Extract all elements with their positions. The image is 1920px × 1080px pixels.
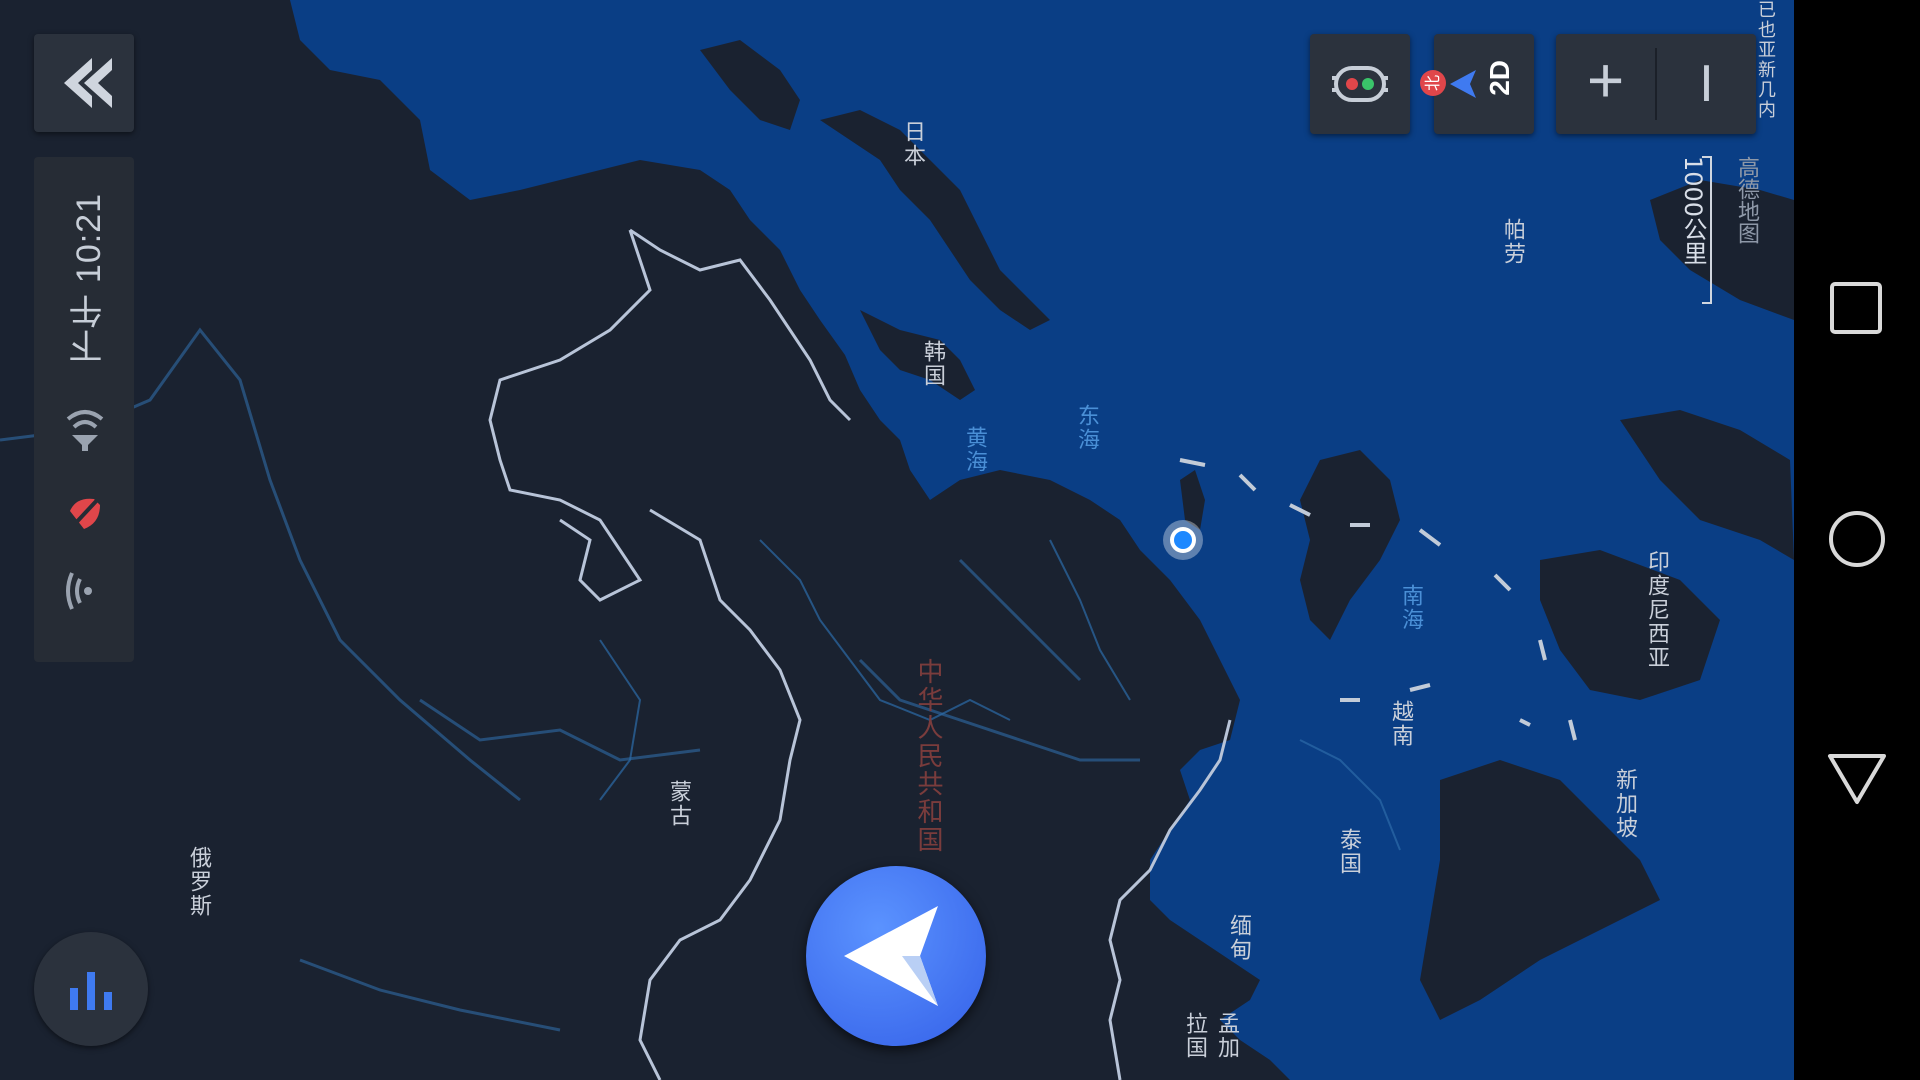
label-russia: 俄罗斯 — [186, 846, 211, 918]
wifi-icon — [66, 410, 104, 451]
label-bangladesh: 孟加拉国 — [1182, 1012, 1239, 1060]
label-myanmar: 缅甸 — [1226, 914, 1251, 962]
label-thailand: 泰国 — [1336, 828, 1361, 876]
navigation-arrow-icon — [844, 906, 938, 1006]
voice-button[interactable] — [34, 932, 148, 1046]
recents-button-icon[interactable] — [1822, 274, 1892, 344]
label-palau: 帕劳 — [1500, 218, 1525, 266]
compass-north-badge: 北 — [1420, 70, 1446, 96]
map-brand: 高德地图 — [1734, 156, 1759, 244]
traffic-light-icon — [1332, 66, 1388, 102]
label-singapore: 新加坡 — [1612, 768, 1637, 840]
compass-arrow-icon — [1450, 70, 1476, 98]
label-mongolia: 蒙古 — [666, 780, 691, 828]
voice-bars-icon — [70, 972, 112, 1010]
zoom-controls: + I — [1556, 34, 1756, 134]
label-vietnam: 越南 — [1388, 700, 1413, 748]
navigate-button[interactable] — [806, 866, 986, 1046]
label-yellow-sea: 黄海 — [962, 426, 987, 474]
back-button[interactable] — [34, 34, 134, 132]
label-china: 中华人民共和国 — [913, 658, 943, 854]
home-button-icon[interactable] — [1822, 504, 1892, 574]
screen: 日本 韩国 黄海 东海 南海 中华人民共和国 蒙古 俄罗斯 缅甸 泰国 越南 新… — [0, 0, 1920, 1080]
location-dot — [1174, 531, 1192, 549]
view-mode-label: 2D — [1484, 60, 1515, 96]
traffic-button[interactable] — [1310, 34, 1410, 134]
label-south-sea: 南海 — [1398, 584, 1423, 632]
double-chevron-left-icon — [64, 58, 112, 108]
system-nav-bar — [1794, 0, 1920, 1080]
signal-icon — [66, 572, 92, 610]
mute-icon — [70, 495, 102, 529]
view-mode-button[interactable]: 北 2D — [1420, 34, 1534, 134]
zoom-in-label: + — [1586, 44, 1625, 116]
status-time: 下午 10:21 — [70, 193, 108, 364]
label-indonesia: 印度尼西亚 — [1644, 550, 1669, 670]
label-korea: 韩国 — [920, 340, 945, 388]
zoom-in-button[interactable]: + — [1556, 34, 1655, 134]
label-east-sea: 东海 — [1074, 404, 1099, 452]
label-japan: 日本 — [900, 120, 925, 168]
map-scale: 1000公里 — [1676, 156, 1718, 306]
status-panel: 下午 10:21 — [34, 157, 134, 662]
scale-text: 1000公里 — [1679, 156, 1707, 266]
zoom-out-button[interactable]: I — [1657, 34, 1756, 134]
zoom-out-label: I — [1699, 55, 1714, 113]
back-triangle-icon[interactable] — [1822, 742, 1892, 812]
